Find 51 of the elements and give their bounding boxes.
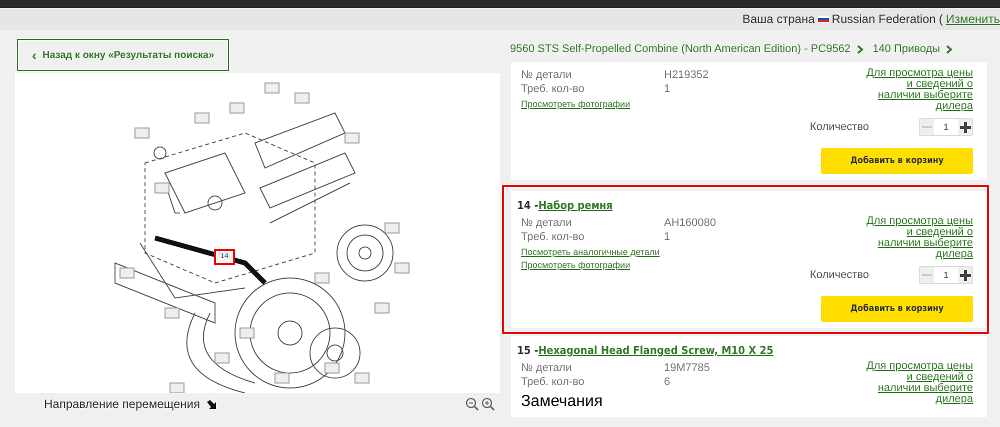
quantity-label: Количество (810, 269, 869, 281)
breadcrumb-link[interactable]: 140 Приводы (872, 43, 940, 55)
back-button[interactable]: ‹ Назад к окну «Результаты поиска» (17, 39, 229, 71)
quantity-label: Количество (810, 121, 869, 133)
chevron-icon (856, 44, 864, 54)
arrow-icon (206, 398, 217, 410)
item-number: 15 - (517, 344, 538, 357)
add-to-cart-button[interactable]: Добавить в корзину (821, 296, 973, 322)
photo-link[interactable]: Просмотреть фотографии (521, 99, 630, 109)
item-number: 14 - (517, 199, 538, 212)
field-label: № детали (521, 68, 573, 82)
direction-label: Направление перемещения (44, 397, 200, 411)
chevron-icon (946, 44, 954, 54)
part-title-link[interactable]: Набор ремня (538, 199, 613, 212)
dealer-price-link[interactable]: Для просмотра цены и сведений о наличии выберите дилера (863, 68, 973, 112)
plus-icon (960, 122, 970, 132)
zoom-out-icon[interactable] (465, 397, 479, 411)
country-label: Ваша страна (742, 12, 815, 26)
field-label: Треб. кол-во (521, 82, 586, 96)
minus-icon (922, 274, 932, 276)
plus-icon (960, 270, 970, 280)
field-value: H219352 (664, 68, 709, 82)
field-value: 6 (664, 375, 672, 389)
notes-label: Замечания (521, 393, 604, 411)
increase-button[interactable] (958, 267, 972, 283)
dealer-price-link[interactable]: Для просмотра цены и сведений о наличии выберите дилера (863, 361, 973, 405)
field-value: 1 (664, 82, 672, 96)
minus-icon (922, 126, 932, 128)
russia-flag-icon (818, 16, 829, 22)
breadcrumb-link[interactable]: 9560 STS Self-Propelled Combine (North American Edition) - PC9562 (510, 43, 851, 55)
photo-link[interactable]: Просмотреть фотографии (521, 260, 630, 270)
change-country-link[interactable]: Изменить (946, 12, 1000, 26)
field-label: Треб. кол-во (521, 375, 586, 389)
field-label: № детали (521, 361, 573, 375)
part-title-link[interactable]: Hexagonal Head Flanged Screw, M10 X 25 (538, 344, 774, 357)
quantity-value: 1 (942, 122, 950, 132)
photo-link[interactable]: Посмотреть аналогичные детали (521, 247, 660, 257)
field-label: № детали (521, 216, 573, 230)
field-value: AH160080 (664, 216, 716, 230)
add-to-cart-button[interactable]: Добавить в корзину (821, 148, 973, 174)
increase-button[interactable] (958, 119, 972, 135)
dealer-price-link[interactable]: Для просмотра цены и сведений о наличии выберите дилера (863, 216, 973, 260)
quantity-stepper[interactable]: 1 (919, 118, 973, 136)
paren-text: ( (938, 12, 943, 26)
field-label: Треб. кол-во (521, 230, 586, 244)
field-value: 1 (664, 230, 672, 244)
quantity-value: 1 (942, 270, 950, 280)
quantity-stepper[interactable]: 1 (919, 266, 973, 284)
zoom-in-icon[interactable] (481, 397, 495, 411)
field-value: 19M7785 (664, 361, 710, 375)
country-name: Russian Federation (832, 12, 936, 26)
